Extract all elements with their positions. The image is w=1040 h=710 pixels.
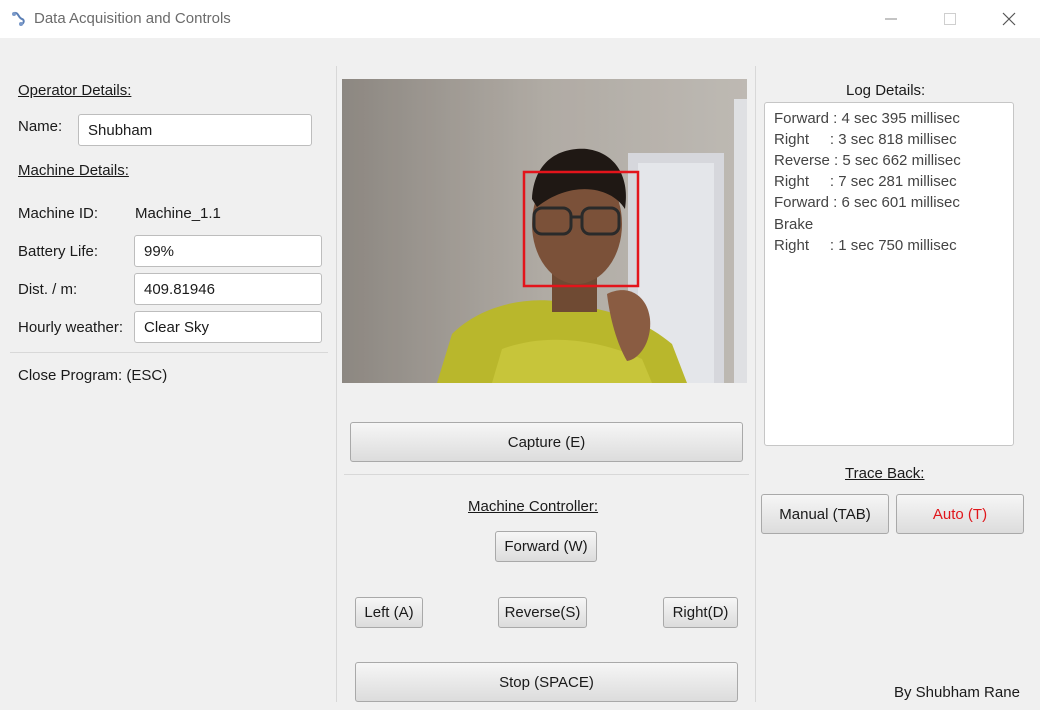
trace-back-heading: Trace Back: xyxy=(845,465,925,482)
close-program-label: Close Program: (ESC) xyxy=(18,367,168,384)
maximize-button[interactable] xyxy=(921,0,979,38)
operator-details-heading: Operator Details: xyxy=(18,82,132,99)
log-line: Right : 3 sec 818 millisec xyxy=(774,131,957,148)
machine-details-heading: Machine Details: xyxy=(18,162,129,179)
log-details-heading: Log Details: xyxy=(846,82,926,99)
right-button[interactable]: Right(D) xyxy=(663,597,738,628)
log-details-box[interactable]: Forward : 4 sec 395 millisec Right : 3 s… xyxy=(764,102,1014,446)
weather-label: Hourly weather: xyxy=(18,319,124,336)
title-bar: Data Acquisition and Controls xyxy=(0,0,1040,38)
minimize-icon xyxy=(885,18,897,20)
left-panel-divider xyxy=(336,66,337,702)
forward-button[interactable]: Forward (W) xyxy=(495,531,597,562)
auto-button[interactable]: Auto (T) xyxy=(896,494,1024,534)
log-line: Right : 7 sec 281 millisec xyxy=(774,173,957,190)
close-window-button[interactable] xyxy=(980,0,1038,38)
left-section-divider xyxy=(10,352,328,353)
battery-life-field[interactable]: 99% xyxy=(134,235,322,267)
machine-id-label: Machine ID: xyxy=(18,205,99,222)
machine-controller-heading: Machine Controller: xyxy=(468,498,599,515)
stop-button[interactable]: Stop (SPACE) xyxy=(355,662,738,702)
name-field[interactable]: Shubham xyxy=(78,114,312,146)
log-line: Forward : 4 sec 395 millisec xyxy=(774,110,960,127)
app-icon xyxy=(10,10,28,28)
credit-label: By Shubham Rane xyxy=(894,684,1020,701)
manual-button[interactable]: Manual (TAB) xyxy=(761,494,889,534)
distance-label: Dist. / m: xyxy=(18,281,78,298)
capture-button[interactable]: Capture (E) xyxy=(350,422,743,462)
left-button[interactable]: Left (A) xyxy=(355,597,423,628)
window-title: Data Acquisition and Controls xyxy=(34,10,231,27)
log-line: Brake xyxy=(774,216,814,233)
log-line: Forward : 6 sec 601 millisec xyxy=(774,194,960,211)
battery-life-label: Battery Life: xyxy=(18,243,99,260)
minimize-button[interactable] xyxy=(862,0,920,38)
name-label: Name: xyxy=(18,118,63,135)
machine-id-value: Machine_1.1 xyxy=(135,205,221,222)
distance-field[interactable]: 409.81946 xyxy=(134,273,322,305)
maximize-icon xyxy=(944,13,956,25)
reverse-button[interactable]: Reverse(S) xyxy=(498,597,587,628)
camera-feed xyxy=(342,79,747,383)
weather-field[interactable]: Clear Sky xyxy=(134,311,322,343)
center-section-divider xyxy=(344,474,749,475)
log-line: Right : 1 sec 750 millisec xyxy=(774,237,957,254)
right-panel-divider xyxy=(755,66,756,702)
close-icon xyxy=(1002,12,1016,26)
log-line: Reverse : 5 sec 662 millisec xyxy=(774,152,961,169)
camera-image xyxy=(342,79,747,383)
